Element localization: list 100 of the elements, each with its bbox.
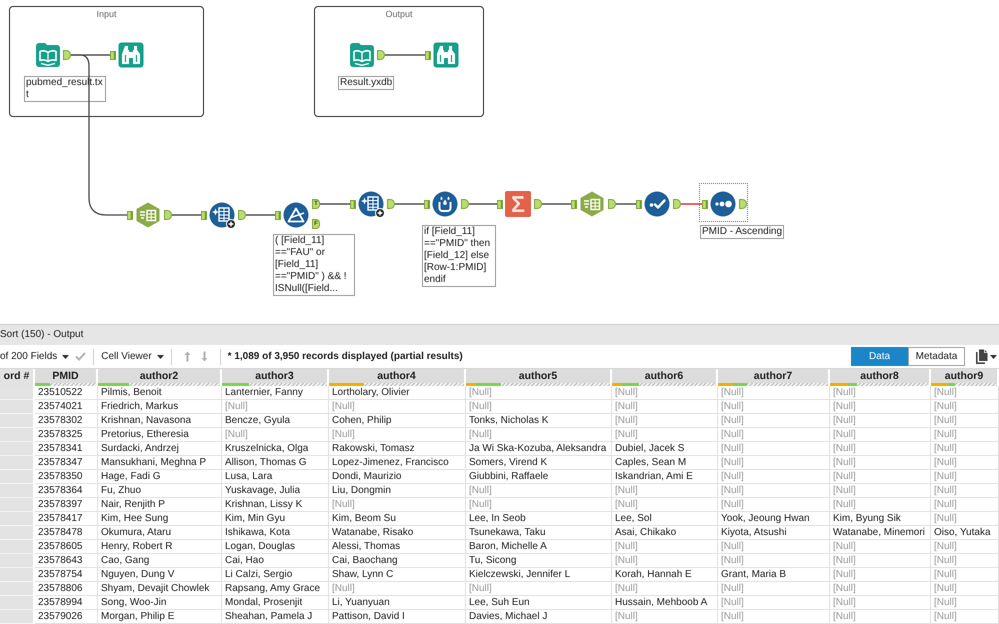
column-header[interactable]: ord # bbox=[0, 369, 35, 386]
input-anchor-icon[interactable] bbox=[201, 211, 207, 220]
table-cell: [Null] bbox=[931, 554, 999, 568]
table-cell: [Null] bbox=[612, 386, 718, 400]
table-cell: 23578994 bbox=[35, 596, 98, 610]
table-cell: [Null] bbox=[612, 610, 718, 624]
table-cell: [Null] bbox=[830, 428, 931, 442]
hexagon-table-icon[interactable] bbox=[579, 191, 605, 217]
table-cell: Rakowski, Tomasz bbox=[329, 442, 466, 456]
input-anchor-icon[interactable] bbox=[425, 51, 431, 60]
table-cell: Hussain, Mehboob A bbox=[612, 596, 718, 610]
table-cell: [Null] bbox=[718, 582, 830, 596]
table-cell: 23578478 bbox=[35, 526, 98, 540]
binoculars-icon[interactable] bbox=[433, 42, 459, 68]
table-cell: [Null] bbox=[466, 484, 612, 498]
table-cell: Kruszelnicka, Olga bbox=[222, 442, 329, 456]
output-anchor-icon[interactable] bbox=[387, 199, 395, 209]
table-cell: 23578325 bbox=[35, 428, 98, 442]
table-cell: [Null] bbox=[612, 582, 718, 596]
hexagon-table-icon[interactable] bbox=[135, 202, 161, 228]
table-cell: [Null] bbox=[718, 400, 830, 414]
table-cell: Dondi, Maurizio bbox=[329, 470, 466, 484]
output-anchor-icon[interactable] bbox=[739, 199, 747, 209]
input-anchor-icon[interactable] bbox=[350, 200, 356, 209]
input-anchor-icon[interactable] bbox=[702, 200, 708, 209]
table-cell: [Null] bbox=[931, 498, 999, 512]
caret-icon[interactable] bbox=[62, 354, 70, 358]
output-anchor-icon[interactable] bbox=[608, 199, 616, 209]
drops-icon[interactable] bbox=[432, 191, 458, 217]
table-cell: [Null] bbox=[612, 498, 718, 512]
column-header[interactable]: author2 bbox=[98, 369, 222, 386]
table-cell: Somers, Virend K bbox=[466, 456, 612, 470]
table-cell: [Null] bbox=[931, 456, 999, 470]
table-cell: 23578397 bbox=[35, 498, 98, 512]
table-cell: Kielczewski, Jennifer L bbox=[466, 568, 612, 582]
column-header[interactable]: author5 bbox=[466, 369, 612, 386]
input-anchor-icon[interactable] bbox=[424, 200, 430, 209]
table-cell: [Null] bbox=[931, 386, 999, 400]
table-cell: Kiyota, Atsushi bbox=[718, 526, 830, 540]
output-anchor-icon[interactable] bbox=[534, 199, 542, 209]
table-cell: [Null] bbox=[718, 554, 830, 568]
table-cell: [Null] bbox=[466, 428, 612, 442]
table-cell: [Null] bbox=[830, 442, 931, 456]
book-icon[interactable] bbox=[349, 42, 375, 68]
view-tab[interactable]: Metadata bbox=[908, 347, 965, 366]
column-header[interactable]: PMID bbox=[35, 369, 98, 386]
table-cell: Grant, Maria B bbox=[718, 568, 830, 582]
input-anchor-icon[interactable] bbox=[110, 51, 116, 60]
input-anchor-icon[interactable] bbox=[571, 200, 577, 209]
table-cell: [Null] bbox=[931, 414, 999, 428]
view-tab[interactable]: Data bbox=[851, 347, 908, 366]
output-anchor-icon[interactable] bbox=[238, 210, 246, 220]
table-cell: Lopez-Jimenez, Francisco bbox=[329, 456, 466, 470]
input-anchor-icon[interactable] bbox=[636, 200, 642, 209]
column-header[interactable]: author8 bbox=[830, 369, 931, 386]
input-anchor-icon[interactable] bbox=[275, 211, 281, 220]
output-anchor-icon[interactable] bbox=[164, 210, 172, 220]
dot-check-icon[interactable] bbox=[644, 191, 670, 217]
table-cell: [Null] bbox=[612, 540, 718, 554]
documents-icon[interactable] bbox=[975, 349, 988, 364]
table-cell: Tonks, Nicholas K bbox=[466, 414, 612, 428]
caret-icon[interactable] bbox=[156, 354, 164, 358]
table-cell: Caples, Sean M bbox=[612, 456, 718, 470]
table-cell: Mansukhani, Meghna P bbox=[98, 456, 222, 470]
column-header[interactable]: author9 bbox=[931, 369, 999, 386]
table-cell: Krishnan, Lissy K bbox=[222, 498, 329, 512]
fields-dropdown[interactable]: of 200 Fields bbox=[0, 348, 70, 364]
binoculars-icon[interactable] bbox=[118, 42, 144, 68]
table-cell: Liu, Dongmin bbox=[329, 484, 466, 498]
table-cell: [Null] bbox=[931, 596, 999, 610]
table-cell: [Null] bbox=[830, 386, 931, 400]
book-icon[interactable] bbox=[35, 42, 61, 68]
table-cell: Henry, Robert R bbox=[98, 540, 222, 554]
caret-icon[interactable] bbox=[990, 354, 997, 358]
table-cell: [Null] bbox=[830, 568, 931, 582]
table-cell: [Null] bbox=[718, 610, 830, 624]
table-sparkle-icon[interactable] bbox=[209, 202, 236, 229]
table-cell: 23578341 bbox=[35, 442, 98, 456]
viewer-dropdown[interactable]: Cell Viewer bbox=[101, 348, 164, 364]
column-header[interactable]: author3 bbox=[222, 369, 329, 386]
tool-annotation: Result.yxdb bbox=[338, 76, 394, 90]
table-cell: Allison, Thomas G bbox=[222, 456, 329, 470]
column-header[interactable]: author6 bbox=[612, 369, 718, 386]
table-cell: [Null] bbox=[718, 498, 830, 512]
table-cell: Song, Woo-Jin bbox=[98, 596, 222, 610]
table-cell: Sheahan, Pamela J bbox=[222, 610, 329, 624]
column-header[interactable]: author4 bbox=[329, 369, 466, 386]
table-sparkle-icon[interactable] bbox=[358, 191, 385, 218]
output-anchor-icon[interactable] bbox=[377, 50, 385, 60]
output-anchor-icon[interactable] bbox=[63, 50, 71, 60]
column-header[interactable]: author7 bbox=[718, 369, 830, 386]
table-cell: 23578417 bbox=[35, 512, 98, 526]
output-anchor-icon[interactable] bbox=[673, 199, 681, 209]
table-cell: Friedrich, Markus bbox=[98, 400, 222, 414]
input-anchor-icon[interactable] bbox=[127, 211, 133, 220]
table-cell: [Null] bbox=[830, 498, 931, 512]
table-cell: [Null] bbox=[329, 400, 466, 414]
output-anchor-icon[interactable] bbox=[461, 199, 469, 209]
input-anchor-icon[interactable] bbox=[497, 200, 503, 209]
table-cell: Baron, Michelle A bbox=[466, 540, 612, 554]
